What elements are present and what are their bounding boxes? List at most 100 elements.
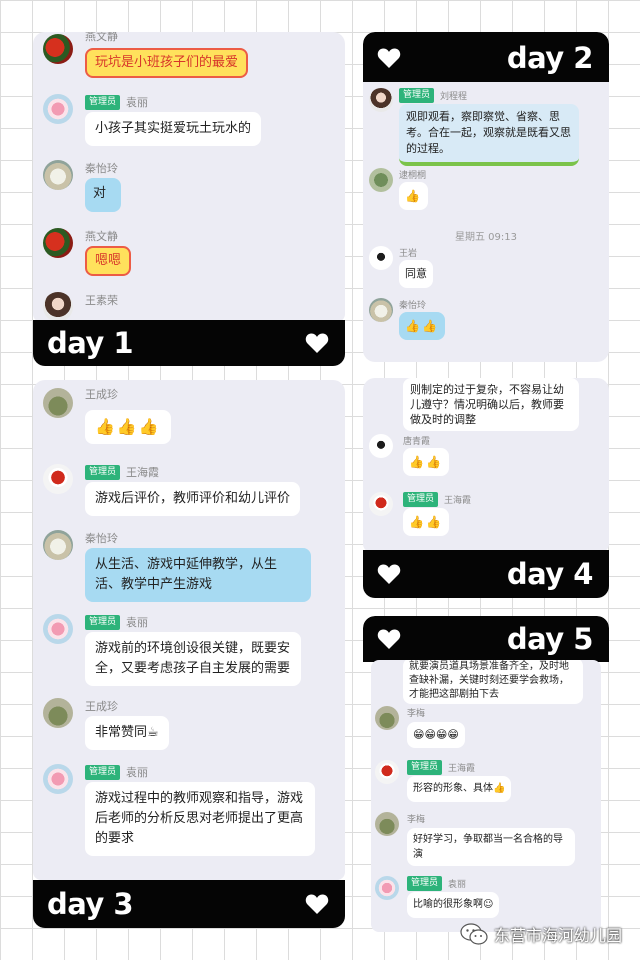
message-bubble: 就要演员道具场景准备齐全，及时地查缺补漏，关键时刻还要学会救场，才能把这部剧拍下… bbox=[403, 660, 583, 704]
avatar[interactable] bbox=[369, 298, 393, 322]
message-bubble: 形容的形象、具体👍 bbox=[407, 776, 512, 802]
avatar[interactable] bbox=[369, 492, 393, 516]
avatar[interactable] bbox=[43, 228, 73, 258]
avatar[interactable] bbox=[43, 160, 73, 190]
day4-title-bar: day 4 bbox=[363, 550, 609, 598]
heart-icon[interactable] bbox=[305, 332, 329, 354]
avatar[interactable] bbox=[369, 168, 393, 192]
avatar[interactable] bbox=[43, 464, 73, 494]
avatar[interactable] bbox=[43, 698, 73, 728]
message-bubble: 小孩子其实挺爱玩土玩水的 bbox=[85, 112, 262, 146]
message-bubble: 非常赞同☕ bbox=[85, 716, 169, 750]
avatar[interactable] bbox=[375, 812, 399, 836]
avatar[interactable] bbox=[43, 614, 73, 644]
day3-panel: 王成珍 👍👍👍 管理员 王海霞 游戏后评价，教师评价和幼儿评价 秦怡玲 从生活、游… bbox=[33, 380, 345, 928]
sender-name: 燕文静 bbox=[85, 32, 118, 43]
day1-label: day 1 bbox=[47, 326, 134, 360]
day1-title-bar: day 1 bbox=[33, 320, 345, 366]
day5-label: day 5 bbox=[506, 622, 594, 656]
chat-message: 王成珍 非常赞同☕ bbox=[43, 698, 337, 758]
chat-message: 唐青霞 👍👍 bbox=[369, 434, 601, 484]
day5-title-bar: day 5 bbox=[363, 616, 609, 662]
message-bubble: 👍👍 bbox=[403, 508, 449, 536]
sender-name: 秦怡玲 bbox=[399, 301, 427, 311]
message-bubble: 😁😁😁😁 bbox=[407, 722, 465, 748]
chat-message: 王素荣 bbox=[43, 292, 337, 322]
heart-icon[interactable] bbox=[377, 563, 401, 585]
footer-org-name: 东营市海河幼儿园 bbox=[493, 926, 622, 945]
admin-badge: 管理员 bbox=[399, 88, 435, 103]
chat-message: 李梅 好好学习，争取都当一名合格的导演 bbox=[375, 812, 593, 872]
avatar[interactable] bbox=[43, 530, 73, 560]
heart-icon[interactable] bbox=[305, 893, 329, 915]
sender-name: 王成珍 bbox=[85, 388, 118, 401]
message-bubble: 👍👍👍 bbox=[85, 410, 171, 444]
wechat-icon bbox=[460, 923, 488, 945]
message-bubble: 👍👍 bbox=[403, 448, 449, 476]
day2-label: day 2 bbox=[506, 41, 594, 75]
sender-name: 王海霞 bbox=[448, 764, 476, 774]
sender-name: 唐青霞 bbox=[403, 437, 431, 447]
avatar[interactable] bbox=[43, 34, 73, 64]
sender-name: 袁丽 bbox=[126, 766, 149, 779]
message-bubble: 嗯嗯 bbox=[85, 246, 132, 276]
day4-label: day 4 bbox=[506, 557, 594, 591]
avatar[interactable] bbox=[369, 434, 393, 458]
heart-icon[interactable] bbox=[377, 47, 401, 69]
chat-message: 燕文静 嗯嗯 bbox=[43, 228, 337, 284]
sender-name: 逮桐桐 bbox=[399, 171, 427, 181]
message-bubble: 好好学习，争取都当一名合格的导演 bbox=[407, 828, 575, 866]
chat-message: 王成珍 👍👍👍 bbox=[43, 388, 337, 454]
avatar[interactable] bbox=[43, 388, 73, 418]
chat-message: 管理员 王海霞 形容的形象、具体👍 bbox=[375, 760, 593, 808]
admin-badge: 管理员 bbox=[403, 492, 439, 507]
chat-message: 逮桐桐 👍 bbox=[369, 168, 601, 218]
chat-message: 管理员 袁丽 游戏过程中的教师观察和指导，游戏后老师的分析反思对老师提出了更高的要… bbox=[43, 764, 337, 874]
day3-chat: 王成珍 👍👍👍 管理员 王海霞 游戏后评价，教师评价和幼儿评价 秦怡玲 从生活、游… bbox=[33, 380, 345, 880]
chat-message: 管理员 王海霞 👍👍 bbox=[369, 492, 601, 542]
sender-name: 燕文静 bbox=[85, 230, 118, 243]
admin-badge: 管理员 bbox=[407, 876, 443, 891]
day1-chat: 燕文静 玩坑是小班孩子们的最爱 管理员 袁丽 小孩子其实挺爱玩土玩水的 秦怡玲 对… bbox=[33, 32, 345, 322]
avatar[interactable] bbox=[43, 94, 73, 124]
sender-name: 袁丽 bbox=[126, 96, 149, 109]
heart-icon[interactable] bbox=[377, 628, 401, 650]
sender-name: 秦怡玲 bbox=[85, 162, 118, 175]
day3-label: day 3 bbox=[47, 887, 134, 921]
avatar[interactable] bbox=[375, 706, 399, 730]
avatar[interactable] bbox=[43, 292, 73, 322]
message-bubble: 游戏前的环境创设很关键，既要安全，又要考虑孩子自主发展的需要 bbox=[85, 632, 301, 686]
sender-name: 刘程程 bbox=[440, 92, 468, 102]
day4-panel: 则制定的过于复杂，不容易让幼儿遵守？情况明确以后，教师要做及时的调整 唐青霞 👍… bbox=[363, 378, 609, 598]
avatar[interactable] bbox=[375, 760, 399, 784]
sender-name: 李梅 bbox=[407, 709, 426, 719]
message-bubble: 👍 bbox=[399, 182, 428, 210]
chat-message: 李梅 😁😁😁😁 bbox=[375, 706, 593, 756]
day1-panel: 燕文静 玩坑是小班孩子们的最爱 管理员 袁丽 小孩子其实挺爱玩土玩水的 秦怡玲 对… bbox=[33, 32, 345, 366]
sender-name: 秦怡玲 bbox=[85, 532, 118, 545]
message-bubble: 比喻的很形象啊☺ bbox=[407, 892, 500, 918]
chat-message: 秦怡玲 👍👍 bbox=[369, 298, 601, 354]
avatar[interactable] bbox=[43, 764, 73, 794]
admin-badge: 管理员 bbox=[85, 614, 121, 630]
avatar[interactable] bbox=[369, 246, 393, 270]
day5-chat: 就要演员道具场景准备齐全，及时地查缺补漏，关键时刻还要学会救场，才能把这部剧拍下… bbox=[371, 660, 601, 932]
admin-badge: 管理员 bbox=[407, 760, 443, 775]
sender-name: 袁丽 bbox=[448, 880, 467, 890]
message-bubble: 观即观看，察即察觉、省察、思考。合在一起，观察就是既看又思的过程。 bbox=[399, 104, 579, 166]
sender-name: 王岩 bbox=[399, 249, 418, 259]
chat-message: 燕文静 玩坑是小班孩子们的最爱 bbox=[43, 32, 337, 84]
avatar[interactable] bbox=[369, 88, 393, 112]
footer-brand: 东营市海河幼儿园 bbox=[460, 922, 622, 946]
message-bubble: 玩坑是小班孩子们的最爱 bbox=[85, 48, 249, 78]
sender-name: 李梅 bbox=[407, 815, 426, 825]
chat-message: 王岩 同意 bbox=[369, 246, 601, 296]
avatar[interactable] bbox=[375, 876, 399, 900]
sender-name: 王成珍 bbox=[85, 700, 118, 713]
chat-message: 管理员 袁丽 小孩子其实挺爱玩土玩水的 bbox=[43, 94, 337, 154]
chat-message: 管理员 袁丽 比喻的很形象啊☺ bbox=[375, 876, 593, 928]
message-bubble: 👍👍 bbox=[399, 312, 445, 340]
message-bubble: 游戏后评价，教师评价和幼儿评价 bbox=[85, 482, 301, 516]
sender-name: 王海霞 bbox=[126, 466, 160, 479]
sender-name: 王素荣 bbox=[85, 294, 118, 307]
